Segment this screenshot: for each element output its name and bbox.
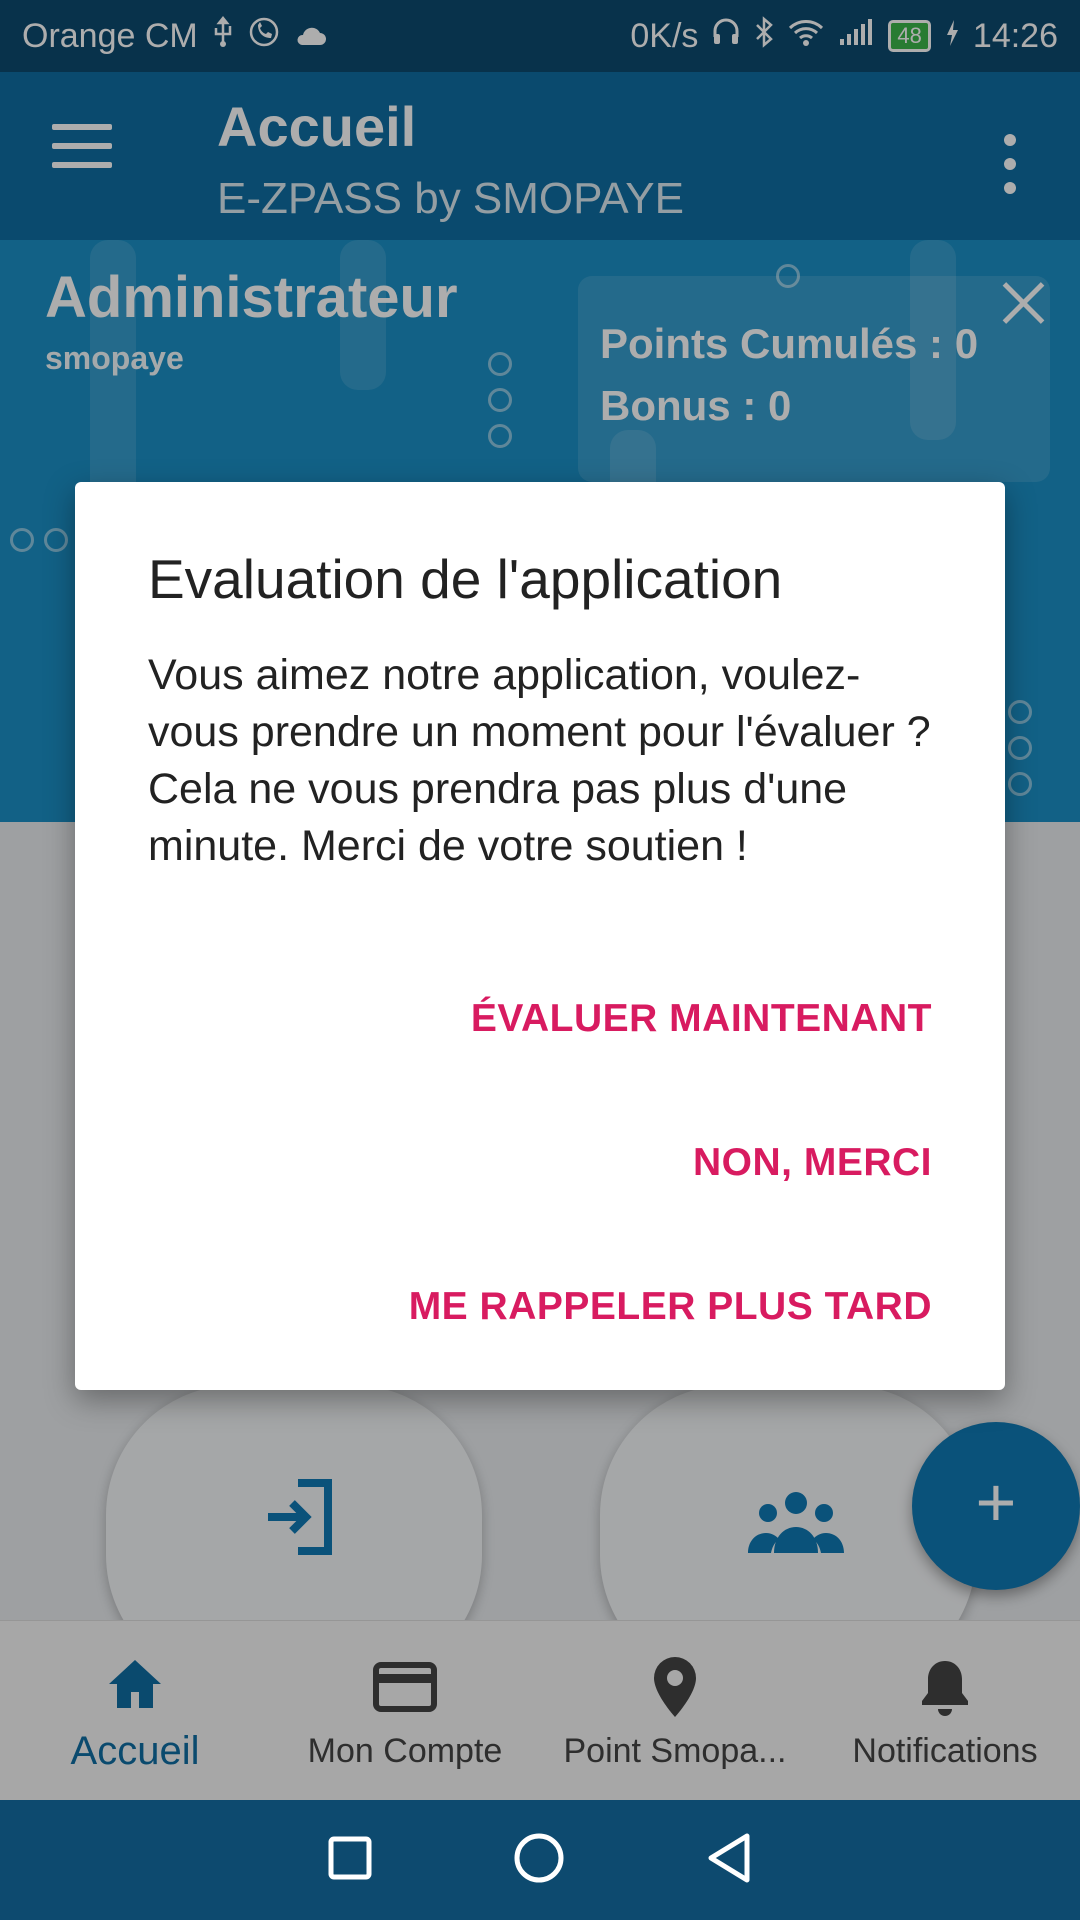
dialog-message: Vous aimez notre application, voulez-vou… xyxy=(148,651,931,870)
remind-later-button[interactable]: ME RAPPELER PLUS TARD xyxy=(409,1285,932,1329)
rate-now-button[interactable]: ÉVALUER MAINTENANT xyxy=(471,997,932,1041)
system-navigation-bar xyxy=(0,1800,1080,1920)
recents-icon[interactable] xyxy=(327,1835,373,1886)
back-icon[interactable] xyxy=(705,1832,753,1889)
rating-dialog: Evaluation de l'application Vous aimez n… xyxy=(75,482,1005,1390)
no-thanks-button[interactable]: NON, MERCI xyxy=(693,1141,932,1185)
dialog-title: Evaluation de l'application xyxy=(148,548,783,610)
home-button-icon[interactable] xyxy=(513,1832,565,1889)
